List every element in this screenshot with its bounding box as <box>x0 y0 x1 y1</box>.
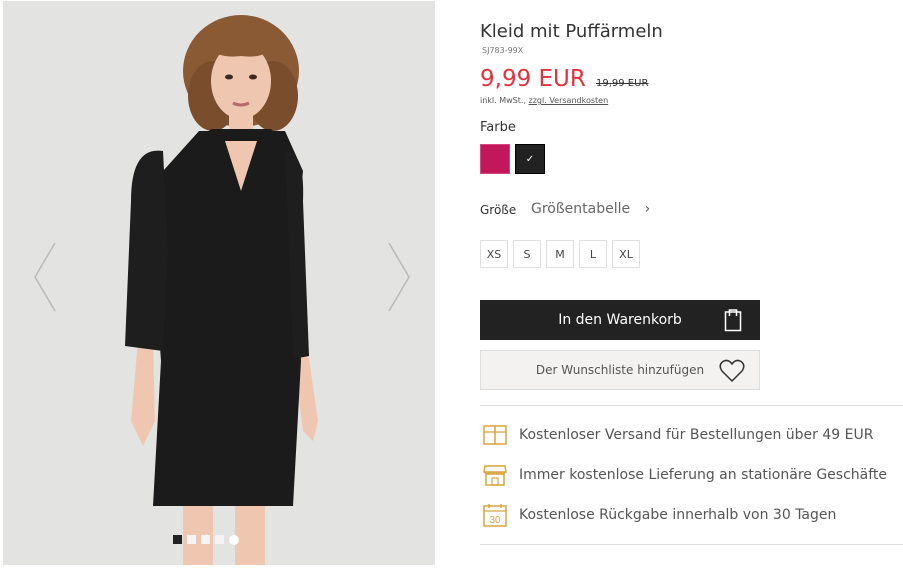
gallery-next-arrow[interactable] <box>383 241 413 313</box>
check-icon: ✓ <box>525 153 535 165</box>
size-option-xl[interactable]: XL <box>612 240 640 268</box>
size-chart-label: Größentabelle <box>531 201 631 217</box>
divider <box>480 544 903 545</box>
calendar-30-icon: 30 <box>482 502 508 528</box>
shopping-bag-icon <box>724 309 742 332</box>
product-title: Kleid mit Puffärmeln <box>480 21 663 42</box>
product-image-gallery[interactable] <box>3 1 435 565</box>
add-to-wishlist-label: Der Wunschliste hinzufügen <box>535 363 705 377</box>
chevron-right-icon: › <box>644 201 651 217</box>
shipping-cost-link[interactable]: zzgl. Versandkosten <box>529 96 609 105</box>
color-swatch-black[interactable]: ✓ <box>515 144 545 174</box>
original-price: 19,99 EUR <box>596 78 649 89</box>
heart-icon <box>719 359 745 383</box>
add-to-wishlist-button[interactable]: Der Wunschliste hinzufügen <box>480 350 760 390</box>
perk-text: Kostenlose Rückgabe innerhalb von 30 Tag… <box>519 507 837 523</box>
size-chart-link[interactable]: Größentabelle › <box>531 201 650 217</box>
gallery-dot[interactable] <box>201 535 210 544</box>
perk-text: Kostenloser Versand für Bestellungen übe… <box>519 427 874 443</box>
size-label: Größe <box>480 203 517 217</box>
store-icon <box>482 462 508 488</box>
color-label: Farbe <box>480 120 516 135</box>
chevron-left-icon <box>34 242 56 312</box>
perk-store-delivery: Immer kostenlose Lieferung an stationäre… <box>482 462 887 488</box>
gallery-prev-arrow[interactable] <box>31 241 61 313</box>
size-options: XS S M L XL <box>480 240 640 268</box>
size-option-l[interactable]: L <box>579 240 607 268</box>
add-to-cart-label: In den Warenkorb <box>558 312 682 328</box>
product-photo <box>125 15 318 565</box>
gallery-dot[interactable] <box>173 535 182 544</box>
size-option-m[interactable]: M <box>546 240 574 268</box>
product-sku: SJ783-99X <box>482 46 524 55</box>
calendar-badge: 30 <box>489 515 501 526</box>
gallery-pagination <box>173 535 239 545</box>
perk-free-returns: 30 Kostenlose Rückgabe innerhalb von 30 … <box>482 502 836 528</box>
add-to-cart-button[interactable]: In den Warenkorb <box>480 300 760 340</box>
perk-free-shipping: Kostenloser Versand für Bestellungen übe… <box>482 422 873 448</box>
size-option-s[interactable]: S <box>513 240 541 268</box>
chevron-right-icon <box>388 242 410 312</box>
sale-price: 9,99 EUR <box>480 66 586 92</box>
gallery-dot[interactable] <box>215 535 224 544</box>
tax-text: inkl. MwSt., <box>480 96 526 105</box>
perk-text: Immer kostenlose Lieferung an stationäre… <box>519 467 888 483</box>
gallery-dot[interactable] <box>187 535 196 544</box>
size-option-xs[interactable]: XS <box>480 240 508 268</box>
color-swatch-pink[interactable] <box>480 144 510 174</box>
gallery-dot[interactable] <box>229 535 239 545</box>
divider <box>480 405 903 406</box>
parcel-icon <box>482 422 508 448</box>
tax-note: inkl. MwSt., zzgl. Versandkosten <box>480 96 608 105</box>
